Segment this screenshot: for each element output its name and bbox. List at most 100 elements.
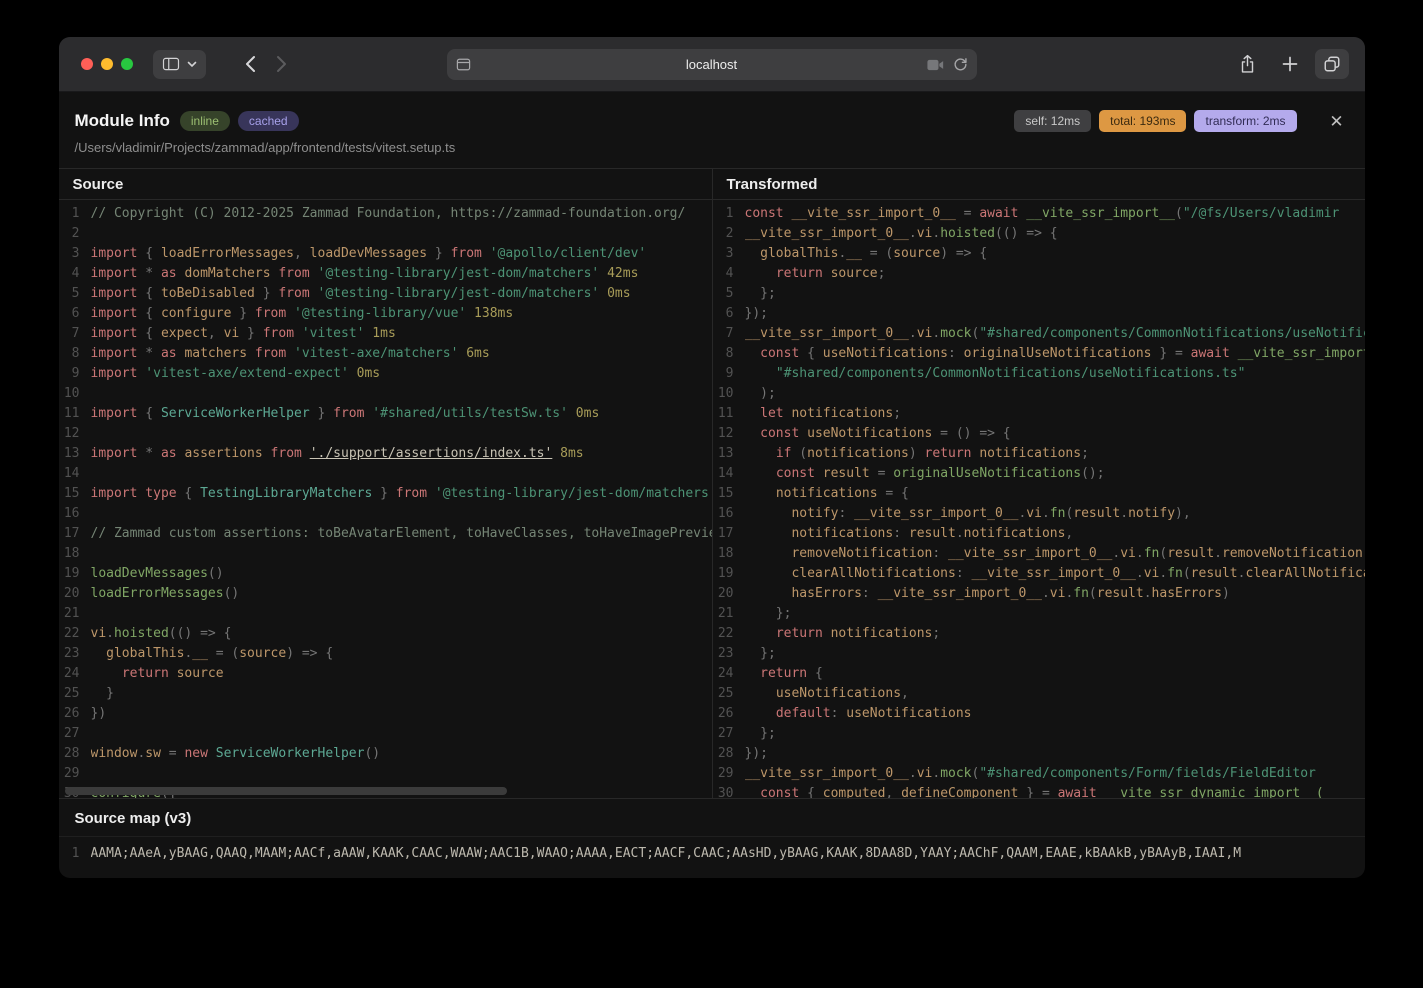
zoom-window-button[interactable] [120, 58, 133, 70]
refresh-button[interactable] [953, 57, 968, 72]
code-token: return [121, 666, 169, 681]
code-token: 6ms [458, 346, 490, 361]
line-number: 2 [71, 226, 80, 241]
tab-overview-button[interactable] [1314, 49, 1349, 79]
code-token: mock [940, 766, 972, 781]
line-number: 1 [71, 846, 80, 861]
sourcemap-content: AAMA;AAeA,yBAAG,QAAQ,MAAM;AACf,aAAW,KAAK… [90, 846, 1242, 861]
close-window-button[interactable] [80, 58, 93, 70]
code-token: vi [1120, 546, 1136, 561]
camera-icon[interactable] [926, 59, 944, 71]
code-token: from [254, 346, 287, 361]
code-token: import [90, 306, 138, 321]
code-line: 12 const useNotifications = () => { [713, 424, 1365, 444]
code-token: clearAllNotifications [791, 566, 956, 581]
module-link[interactable]: './support/assertions/index.ts' [310, 446, 553, 461]
code-text: return notifications; [745, 624, 1365, 644]
code-token: { [176, 486, 201, 501]
source-panel-title: Source [58, 169, 712, 200]
code-token: { [137, 306, 161, 321]
line-number: 10 [717, 386, 734, 401]
code-line: 11 let notifications; [713, 404, 1365, 424]
code-text: useNotifications, [745, 684, 1365, 704]
code-token: vi [1049, 586, 1066, 601]
line-number: 2 [725, 226, 734, 241]
code-token: computed [822, 786, 886, 798]
code-line: 2 __vite_ssr_import_0__.vi.hoisted(() => … [713, 224, 1365, 244]
minimize-window-button[interactable] [100, 58, 113, 70]
line-number: 24 [63, 666, 80, 681]
code-token: () [207, 566, 224, 581]
sidebar-toggle-button[interactable] [152, 49, 206, 79]
code-token: fn [1073, 586, 1089, 601]
code-text: // Zammad custom assertions: toBeAvatarE… [91, 524, 712, 544]
code-token: } [309, 406, 334, 421]
code-token: hasErrors [1151, 586, 1222, 601]
code-token: = () => { [932, 426, 1011, 441]
code-token: ; [877, 266, 886, 281]
horizontal-scrollbar-thumb[interactable] [64, 787, 507, 795]
code-token: from [278, 286, 310, 301]
address-bar[interactable]: localhost [446, 49, 977, 80]
toolbar-right-actions [1231, 49, 1353, 79]
code-token: await [979, 206, 1019, 221]
code-token: }; [744, 646, 776, 661]
code-token: () [364, 746, 381, 761]
line-number: 19 [717, 566, 734, 581]
line-number: 8 [71, 346, 80, 361]
sourcemap-title: Source map (v3) [74, 810, 192, 827]
code-token: const [760, 346, 800, 361]
share-button[interactable] [1231, 49, 1265, 79]
chevron-down-icon [187, 61, 197, 68]
code-text: if (notifications) return notifications; [745, 444, 1365, 464]
code-line: 13 import * as assertions from './support… [59, 444, 712, 464]
timing-badge: self: 12ms [1014, 110, 1092, 132]
code-line: 23 }; [713, 644, 1365, 664]
code-token: { [137, 406, 161, 421]
status-badge: cached [237, 111, 299, 131]
code-token: "#shared/components/Form/fields/FieldEdi… [979, 766, 1316, 781]
code-token: __vite_ssr_import_0__ [744, 766, 909, 781]
line-number: 25 [717, 686, 734, 701]
code-line: 5 import { toBeDisabled } from '@testing-… [59, 284, 712, 304]
code-token: source [239, 646, 287, 661]
code-token: , [294, 246, 310, 261]
status-badge: inline [179, 111, 230, 131]
code-token: from [278, 266, 310, 281]
new-tab-button[interactable] [1273, 49, 1307, 79]
code-token: } [239, 326, 263, 341]
address-bar-actions [926, 57, 968, 72]
code-token: configure [160, 306, 232, 321]
code-token: import [90, 266, 138, 281]
code-token: removeNotification [791, 546, 933, 561]
page-settings-icon[interactable] [456, 58, 471, 71]
code-line: 26}) [59, 704, 712, 724]
code-line: 10 [59, 384, 712, 404]
code-text: import { configure } from '@testing-libr… [91, 304, 712, 324]
code-token: '@testing-library/jest-dom/matchers' [317, 286, 600, 301]
code-token: { [799, 346, 823, 361]
forward-button[interactable] [266, 48, 298, 80]
back-button[interactable] [234, 48, 266, 80]
code-token: useNotifications [822, 346, 949, 361]
line-number: 14 [63, 466, 80, 481]
code-text: __vite_ssr_import_0__.vi.hoisted(() => { [745, 224, 1365, 244]
line-number: 5 [71, 286, 80, 301]
code-token: 0ms [567, 406, 600, 421]
code-token: , [1065, 526, 1074, 541]
code-token: hoisted [940, 226, 995, 241]
code-token: } [90, 686, 114, 701]
code-token: vi [916, 766, 933, 781]
code-token: ServiceWorkerHelper [160, 406, 310, 421]
code-token: 'vitest' [301, 326, 365, 341]
code-token: import [90, 346, 138, 361]
window-controls [80, 58, 133, 70]
code-text: }) [91, 704, 712, 724]
line-number: 21 [63, 606, 80, 621]
code-line: 14 const result = originalUseNotificatio… [713, 464, 1365, 484]
close-panel-button[interactable]: ✕ [1325, 109, 1349, 133]
